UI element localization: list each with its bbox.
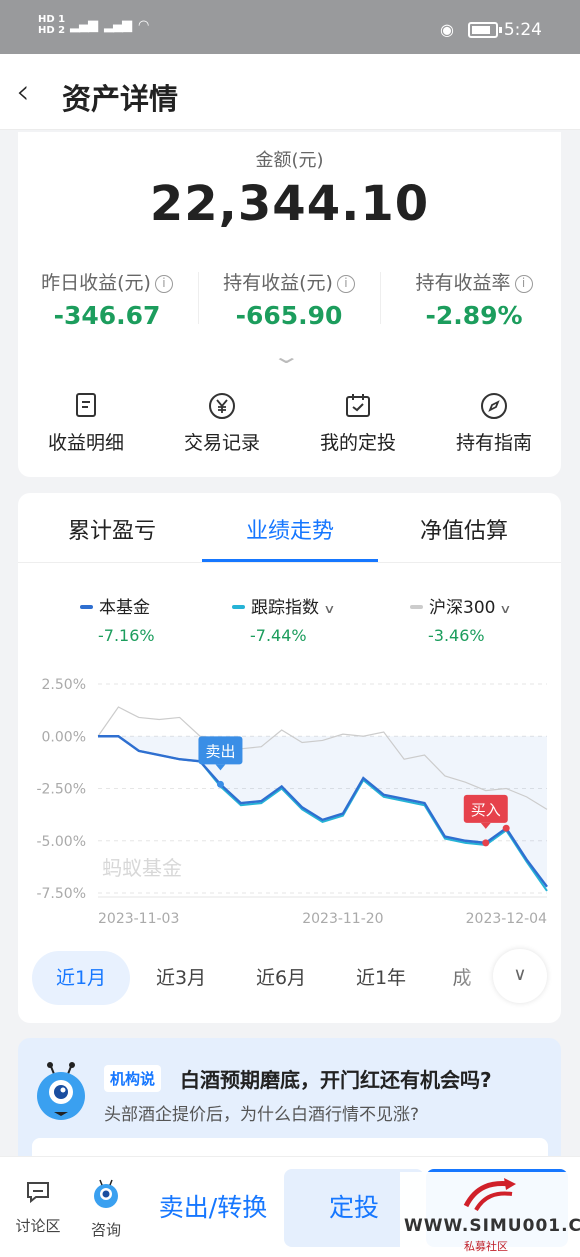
- consult-button[interactable]: 咨询: [76, 1179, 136, 1240]
- sim-indicators: HD 1 HD 2: [38, 14, 65, 36]
- promo-subtitle: 头部酒企提价后，为什么白酒行情不见涨?: [104, 1105, 420, 1125]
- site-watermark: WWW.SIMU001.CN 私募社区: [400, 1172, 580, 1257]
- action-trade-record[interactable]: 交易记录: [162, 392, 282, 455]
- eye-icon: ◉: [440, 20, 454, 39]
- sell-convert-button[interactable]: 卖出/转换: [148, 1169, 278, 1247]
- annotation-point: [216, 780, 224, 788]
- x-tick-label: 2023-12-04: [466, 911, 547, 927]
- compass-icon: [434, 392, 554, 422]
- stat-value: -665.90: [235, 301, 343, 330]
- tab-performance[interactable]: 业绩走势: [200, 513, 380, 545]
- range-selector: 近1月 近3月 近6月 近1年 成 ∨: [18, 945, 561, 1005]
- legend-index[interactable]: 跟踪指数 ∨ -7.44%: [232, 593, 336, 645]
- info-icon[interactable]: i: [514, 275, 533, 293]
- legend-swatch: [80, 605, 93, 609]
- action-label: 收益明细: [47, 432, 124, 454]
- performance-chart[interactable]: 2.50% 0.00% -2.50% -5.00% -7.50% 2023-11-03 20…: [18, 661, 561, 941]
- ant-mascot-icon: [94, 1179, 118, 1208]
- action-my-plan[interactable]: 我的定投: [298, 392, 418, 455]
- chevron-down-icon[interactable]: ∨: [500, 602, 512, 616]
- discuss-button[interactable]: 讨论区: [8, 1179, 68, 1236]
- annotation-label: 买入: [471, 801, 501, 819]
- annotation-point: [482, 839, 490, 847]
- battery-icon: [468, 22, 502, 38]
- tab-cumulative[interactable]: 累计盈亏: [22, 513, 202, 545]
- chevron-down-icon[interactable]: ⌄: [271, 344, 301, 368]
- amount-label: 金额(元): [255, 150, 324, 171]
- y-tick-label: 0.00%: [42, 729, 86, 745]
- consult-label: 咨询: [90, 1221, 121, 1239]
- legend-label: 跟踪指数: [251, 598, 319, 618]
- sim2-label: HD 2: [38, 25, 66, 36]
- divider: [380, 272, 381, 324]
- org-badge: 机构说: [104, 1065, 162, 1092]
- status-bar: HD 1 HD 2 ▂▄▆ ▂▄▆ ◠ ◉ 5:24: [0, 0, 580, 54]
- asset-summary-card: 金额(元) 22,344.10 昨日收益(元) i -346.67 持有收益(元)…: [18, 132, 561, 477]
- action-label: 持有指南: [455, 432, 532, 454]
- x-tick-label: 2023-11-03: [98, 911, 179, 927]
- nav-bar: ‹ 资产详情: [0, 54, 580, 130]
- y-tick-label: -7.50%: [36, 886, 86, 902]
- info-icon[interactable]: i: [336, 275, 355, 293]
- range-1m[interactable]: 近1月: [32, 951, 130, 1005]
- clock: 5:24: [503, 20, 542, 40]
- info-icon[interactable]: i: [154, 275, 173, 293]
- action-label: 交易记录: [183, 432, 260, 454]
- stat-value: -346.67: [53, 301, 161, 330]
- chart-marker: [502, 824, 510, 832]
- range-3m[interactable]: 近3月: [132, 951, 230, 1005]
- back-icon[interactable]: ‹: [16, 72, 30, 112]
- promo-title: 白酒预期磨底，开门红还有机会吗?: [180, 1068, 492, 1092]
- calendar-icon: [298, 392, 418, 422]
- chevron-down-icon[interactable]: ∨: [323, 602, 335, 616]
- stat-holding-rate[interactable]: 持有收益率 i -2.89%: [400, 268, 548, 330]
- action-income-detail[interactable]: 收益明细: [26, 392, 146, 455]
- stat-label: 持有收益(元): [223, 272, 333, 294]
- chevron-down-icon[interactable]: ∨: [493, 949, 547, 1003]
- annotation-label: 卖出: [205, 742, 235, 760]
- legend-value: -7.44%: [250, 626, 307, 645]
- y-tick-label: -5.00%: [36, 834, 86, 850]
- legend-hs300[interactable]: 沪深300 ∨ -3.46%: [410, 593, 512, 645]
- legend-swatch: [410, 605, 423, 609]
- stat-value: -2.89%: [425, 301, 523, 330]
- range-6m[interactable]: 近6月: [232, 951, 330, 1005]
- watermark-text: WWW.SIMU001.CN: [404, 1216, 580, 1236]
- tab-nav-estimate[interactable]: 净值估算: [374, 513, 554, 545]
- legend-value: -3.46%: [428, 626, 485, 645]
- y-tick-label: 2.50%: [42, 677, 86, 693]
- stat-holding[interactable]: 持有收益(元) i -665.90: [214, 268, 364, 330]
- signal-icon: ▂▄▆: [104, 18, 132, 33]
- stat-label: 昨日收益(元): [41, 272, 151, 294]
- y-tick-label: -2.50%: [36, 782, 86, 798]
- legend-label: 本基金: [99, 598, 150, 618]
- divider: [198, 272, 199, 324]
- watermark-subtext: 私募社区: [464, 1240, 508, 1253]
- chat-icon: [27, 1182, 49, 1204]
- stat-yesterday[interactable]: 昨日收益(元) i -346.67: [32, 268, 182, 330]
- legend-swatch: [232, 605, 245, 609]
- legend-label: 沪深300: [429, 598, 496, 618]
- wifi-icon: ◠: [138, 18, 149, 33]
- page-title: 资产详情: [62, 82, 179, 116]
- action-label: 我的定投: [319, 432, 396, 454]
- x-tick-label: 2023-11-20: [302, 911, 383, 927]
- amount-value: 22,344.10: [149, 176, 430, 232]
- legend-value: -7.16%: [98, 626, 155, 645]
- action-guide[interactable]: 持有指南: [434, 392, 554, 455]
- legend-fund: 本基金 -7.16%: [80, 593, 155, 645]
- chart-watermark: 蚂蚁基金: [102, 856, 182, 880]
- signal-icon: ▂▄▆: [70, 18, 98, 33]
- tab-indicator: [202, 559, 378, 562]
- ant-mascot-icon: [37, 1062, 85, 1120]
- perf-tabs: 累计盈亏 业绩走势 净值估算: [18, 493, 561, 563]
- stat-label: 持有收益率: [415, 272, 511, 294]
- yen-icon: [162, 392, 282, 422]
- performance-card: 累计盈亏 业绩走势 净值估算 本基金 -7.16% 跟踪指数 ∨ -7.44% 沪…: [18, 493, 561, 1023]
- document-icon: [26, 392, 146, 422]
- sim1-label: HD 1: [38, 14, 66, 25]
- watermark-logo-icon: [463, 1178, 516, 1212]
- discuss-label: 讨论区: [15, 1217, 61, 1235]
